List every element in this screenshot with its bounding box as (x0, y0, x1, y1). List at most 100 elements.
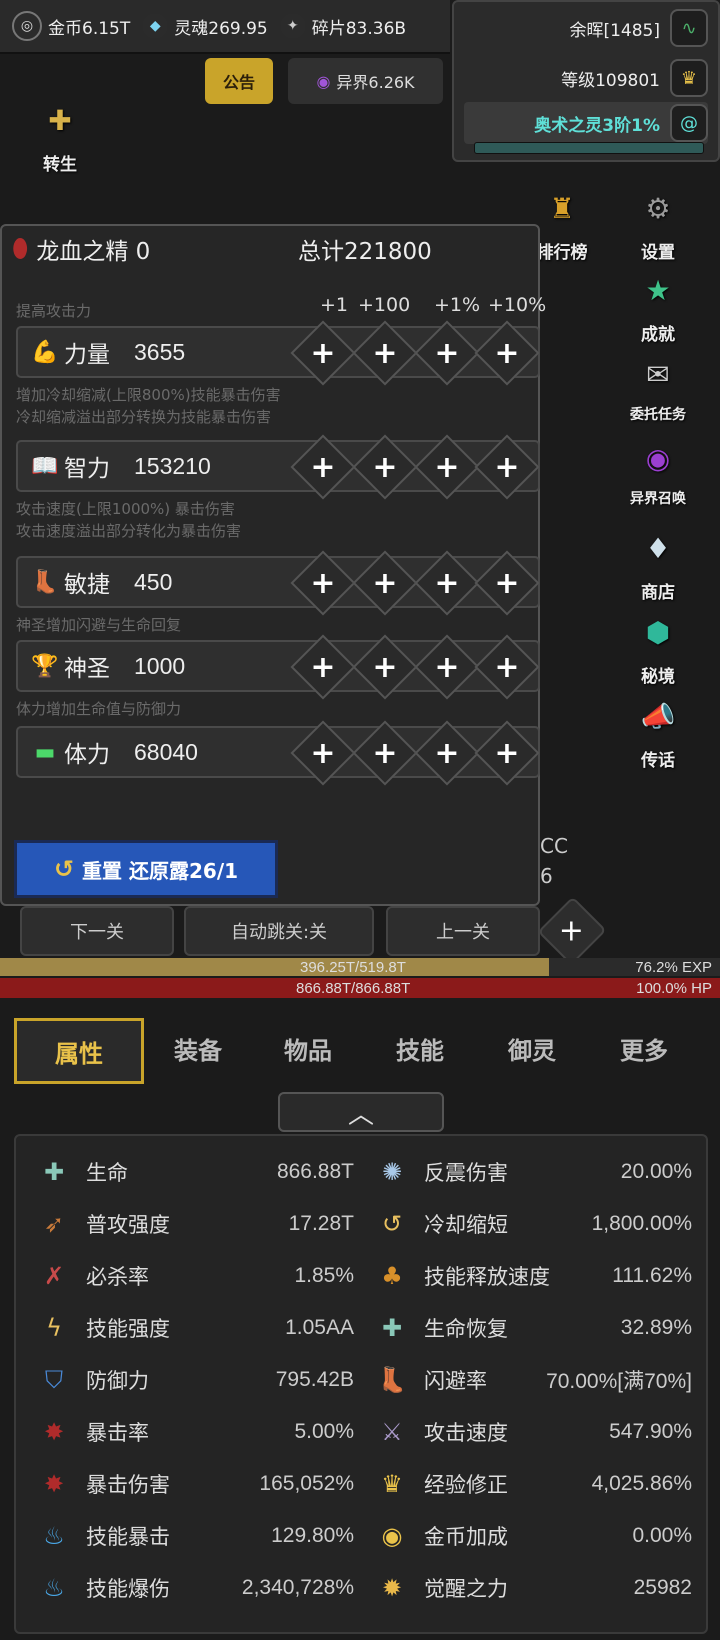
fragment-icon: ✦ (279, 13, 306, 39)
player-info-panel: 余晖[1485] ∿ 等级109801 ♛ 奥术之灵3阶1% @ (452, 0, 720, 162)
auto-skip-button[interactable]: 自动跳关:关 (184, 906, 374, 956)
claw-slash-icon: ✸ (43, 1470, 65, 1498)
fragment-value: 碎片83.36B (311, 18, 407, 39)
gold-coin-icon: ◉ (381, 1522, 403, 1550)
arm-icon: 💪 (31, 339, 59, 365)
strength-plus-10pct[interactable]: + (474, 320, 540, 386)
rebirth-button[interactable]: ✚ 转生 (22, 92, 98, 176)
secret-realm-button[interactable]: ⬢ 秘境 (620, 604, 696, 688)
crossed-swords-icon: ⚔ (381, 1418, 403, 1446)
legend-label: 传话 (641, 751, 675, 771)
green-bar-icon: ▬ (34, 739, 56, 765)
strength-stat: 💪 力量 3655 (30, 328, 185, 376)
stamina-plus-10pct[interactable]: + (474, 720, 540, 786)
notice-button[interactable]: 公告 (205, 58, 273, 104)
agility-plus-1[interactable]: + (290, 550, 356, 616)
holy-plus-1[interactable]: + (290, 634, 356, 700)
plus-icon: + (372, 449, 398, 485)
plus-icon: + (434, 335, 460, 371)
soul-icon: ◆ (142, 13, 169, 39)
add-stage-button[interactable]: + (537, 896, 607, 966)
level-button[interactable]: ♛ (670, 59, 708, 97)
stat-name: 闪避率 (424, 1369, 487, 1393)
tab-more[interactable]: 更多 (596, 1018, 692, 1078)
chevron-up-icon: ︿ (347, 1099, 374, 1130)
crown-icon: ♛ (381, 1470, 403, 1498)
holy-stat: 🏆 神圣 1000 (30, 642, 185, 690)
exp-text: 396.25T/519.8T (300, 958, 406, 976)
plus-icon: + (372, 565, 398, 601)
plus-icon: + (494, 565, 520, 601)
intelligence-plus-1[interactable]: + (290, 434, 356, 500)
stat-name: 反震伤害 (424, 1161, 508, 1185)
stat-name: 觉醒之力 (424, 1577, 508, 1601)
stat-exp-bonus: ♛ 经验修正 4,025.86% (374, 1458, 692, 1510)
strength-plus-100[interactable]: + (352, 320, 418, 386)
stat-gold-bonus: ◉ 金币加成 0.00% (374, 1510, 692, 1562)
level-row: 等级109801 ♛ (464, 58, 708, 98)
collapse-button[interactable]: ︿ (278, 1092, 444, 1132)
agility-name: 敏捷 (64, 572, 110, 598)
plus-icon: + (434, 449, 460, 485)
gold-coin-icon: ◎ (12, 11, 42, 41)
dragon-blood-icon: ⬮ (12, 233, 29, 264)
achievement-button[interactable]: ★ 成就 (620, 262, 696, 346)
settings-button[interactable]: ⚙ 设置 (620, 180, 696, 264)
stat-name: 技能强度 (86, 1317, 170, 1341)
holy-row: 🏆 神圣 1000 + + + + (16, 634, 540, 700)
agility-plus-100[interactable]: + (352, 550, 418, 616)
stat-reflect: ✺ 反震伤害 20.00% (374, 1146, 692, 1198)
chalice-icon: 🏆 (31, 653, 59, 679)
stamina-plus-1[interactable]: + (290, 720, 356, 786)
arcane-row[interactable]: 奥术之灵3阶1% @ (464, 102, 708, 144)
reset-button[interactable]: ↺ 重置 还原露26/1 (14, 840, 278, 898)
stat-hp: ✚ 生命 866.88T (36, 1146, 354, 1198)
tab-attributes[interactable]: 属性 (14, 1018, 144, 1084)
stamina-stat: ▬ 体力 68040 (30, 728, 198, 776)
trophy-icon: ♜ (549, 191, 575, 225)
commission-button[interactable]: ✉ 委托任务 (620, 346, 696, 424)
claw-icon: ∿ (681, 17, 697, 39)
intelligence-plus-10pct[interactable]: + (474, 434, 540, 500)
intelligence-plus-100[interactable]: + (352, 434, 418, 500)
scroll-icon: ✉ (646, 357, 670, 391)
holy-plus-1pct[interactable]: + (414, 634, 480, 700)
tab-items[interactable]: 物品 (260, 1018, 356, 1078)
tab-spirits[interactable]: 御灵 (484, 1018, 580, 1078)
intelligence-name: 智力 (64, 456, 110, 482)
strength-plus-1[interactable]: + (290, 320, 356, 386)
tab-equipment[interactable]: 装备 (150, 1018, 246, 1078)
afterglow-value: 余晖[1485] (569, 20, 660, 41)
plus-icon: + (434, 649, 460, 685)
stamina-plus-1pct[interactable]: + (414, 720, 480, 786)
stamina-plus-100[interactable]: + (352, 720, 418, 786)
agility-stat: 👢 敏捷 450 (30, 558, 172, 606)
rebirth-label: 转生 (43, 155, 77, 175)
stat-value: 5.00% (294, 1420, 354, 1443)
afterglow-row: 余晖[1485] ∿ (464, 8, 708, 48)
strength-hint: 提高攻击力 (16, 302, 92, 320)
shop-button[interactable]: ♦ 商店 (620, 520, 696, 604)
claw-slash-icon: ✸ (43, 1418, 65, 1446)
essence-row: ⬮ 龙血之精 0 (12, 232, 150, 266)
next-stage-button[interactable]: 下一关 (20, 906, 174, 956)
intelligence-plus-1pct[interactable]: + (414, 434, 480, 500)
strength-name: 力量 (64, 342, 110, 368)
strength-plus-1pct[interactable]: + (414, 320, 480, 386)
summon-button[interactable]: ◉ 异界召唤 (620, 430, 696, 508)
holy-plus-10pct[interactable]: + (474, 634, 540, 700)
arcane-button[interactable]: @ (670, 104, 708, 142)
tab-skills[interactable]: 技能 (372, 1018, 468, 1078)
legend-button[interactable]: 📣 传话 (620, 688, 696, 772)
broken-sword-icon: ✗ (43, 1262, 65, 1290)
settings-label: 设置 (641, 243, 675, 263)
stat-name: 经验修正 (424, 1473, 508, 1497)
prev-stage-button[interactable]: 上一关 (386, 906, 540, 956)
agility-plus-10pct[interactable]: + (474, 550, 540, 616)
plus-icon: + (494, 449, 520, 485)
afterglow-button[interactable]: ∿ (670, 9, 708, 47)
agility-plus-1pct[interactable]: + (414, 550, 480, 616)
exp-fill (0, 958, 549, 976)
holy-plus-100[interactable]: + (352, 634, 418, 700)
gold-resource: ◎ 金币6.15T (12, 11, 130, 41)
